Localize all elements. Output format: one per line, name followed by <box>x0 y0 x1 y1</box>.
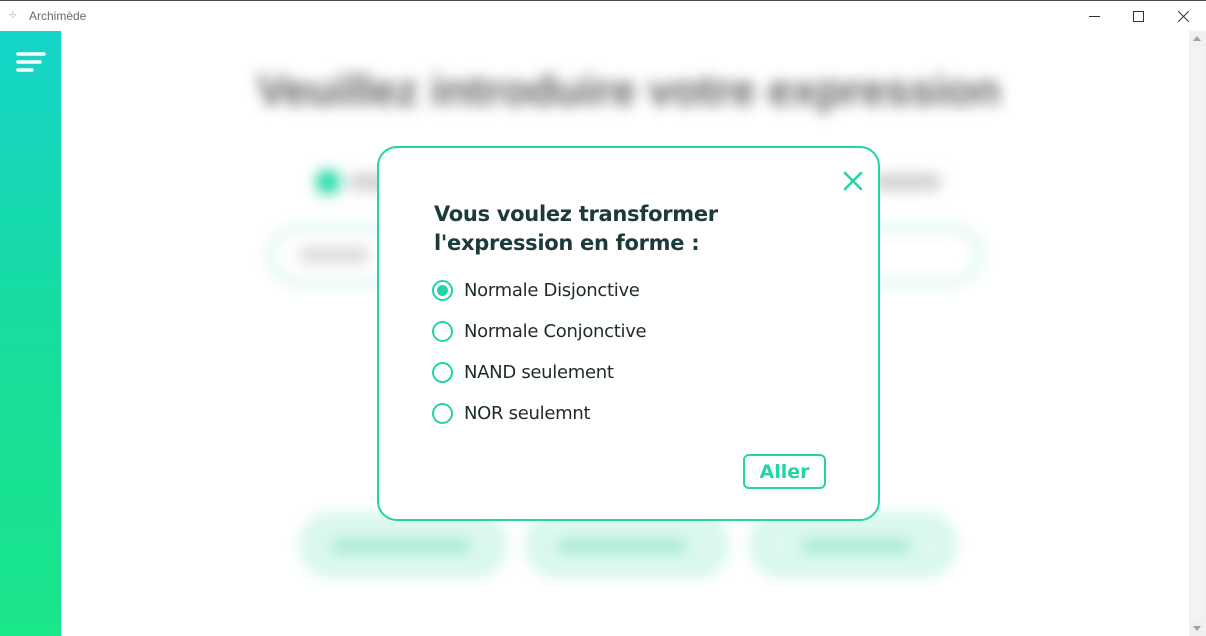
scroll-down-arrow-icon[interactable] <box>1193 626 1201 631</box>
radio-button[interactable] <box>432 361 453 383</box>
background-button-text <box>557 540 687 552</box>
sidebar <box>0 31 61 636</box>
radio-option-label: Normale Conjonctive <box>464 320 647 342</box>
radio-button[interactable] <box>432 279 453 301</box>
window-titlebar: ✣ Archimède <box>0 0 1206 31</box>
hamburger-menu-icon[interactable] <box>16 51 46 75</box>
maximize-icon <box>1132 11 1144 22</box>
scroll-up-arrow-icon[interactable] <box>1193 36 1201 41</box>
background-button-text <box>801 540 911 552</box>
background-checkbox <box>317 171 339 193</box>
background-button-text <box>331 540 471 552</box>
radio-option-nor[interactable]: NOR seulemnt <box>432 400 591 426</box>
aller-button[interactable]: Aller <box>743 454 826 489</box>
radio-button[interactable] <box>432 320 453 342</box>
background-input-placeholder <box>299 248 369 262</box>
background-text-placeholder <box>871 174 941 190</box>
window-title: Archimède <box>29 9 87 23</box>
radio-option-disjonctive[interactable]: Normale Disjonctive <box>432 277 640 303</box>
radio-option-label: Normale Disjonctive <box>464 279 640 301</box>
dialog-close-button[interactable] <box>840 168 866 194</box>
radio-option-label: NOR seulemnt <box>464 402 591 424</box>
close-icon <box>1177 11 1189 22</box>
transform-dialog: Vous voulez transformer l'expression en … <box>377 146 880 521</box>
radio-selected-dot <box>437 284 448 296</box>
background-heading: Veuillez introduire votre expression <box>257 66 1001 115</box>
scrollbar-thumb[interactable] <box>1191 46 1204 620</box>
close-x-icon <box>843 171 863 191</box>
minimize-icon <box>1088 16 1100 17</box>
close-window-button[interactable] <box>1160 1 1206 32</box>
app-icon: ✣ <box>9 11 17 21</box>
minimize-button[interactable] <box>1071 1 1117 32</box>
radio-option-label: NAND seulement <box>464 361 614 383</box>
maximize-button[interactable] <box>1115 1 1161 32</box>
radio-option-conjonctive[interactable]: Normale Conjonctive <box>432 318 647 344</box>
radio-option-nand[interactable]: NAND seulement <box>432 359 614 385</box>
dialog-title: Vous voulez transformer l'expression en … <box>434 202 718 255</box>
radio-button[interactable] <box>432 402 453 424</box>
